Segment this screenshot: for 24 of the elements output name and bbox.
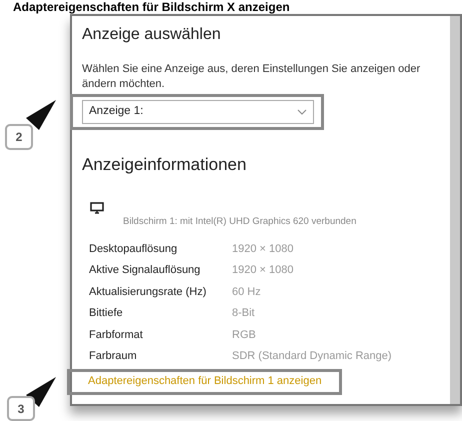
pointer-arrow-icon	[26, 377, 56, 407]
callout-number: 3	[7, 396, 35, 421]
monitor-connection-text: Bildschirm 1: mit Intel(R) UHD Graphics 620 verbunden	[123, 216, 358, 228]
property-label: Bittiefe	[89, 306, 124, 321]
monitor-icon	[90, 202, 104, 214]
property-value: 8-Bit	[232, 306, 255, 321]
property-label: Farbraum	[89, 349, 138, 364]
description-text: Wählen Sie eine Anzeige aus, deren Einstellungen Sie anzeigen oder ändern möchten.	[82, 62, 422, 92]
property-value: 60 Hz	[232, 284, 261, 300]
property-value: SDR (Standard Dynamic Range)	[232, 349, 392, 364]
property-label: Desktopauflösung	[89, 242, 178, 256]
property-value: 1920 × 1080	[232, 263, 294, 278]
section-title: Anzeige auswählen	[82, 25, 222, 45]
chevron-down-icon	[297, 109, 307, 115]
property-value: RGB	[232, 328, 256, 342]
callout-number: 2	[5, 124, 33, 150]
property-value: 1920 × 1080	[232, 242, 294, 256]
section-title: Anzeigeinformationen	[82, 154, 248, 175]
property-label: Aktualisierungsrate (Hz)	[89, 284, 208, 300]
property-label: Aktive Signalauflösung	[89, 263, 202, 278]
pointer-arrow-icon	[26, 100, 56, 130]
property-label: Farbformat	[89, 328, 144, 342]
caption-heading: Adaptereigenschaften für Bildschirm X anzeigen	[12, 0, 291, 14]
display-dropdown[interactable]: Anzeige 1:	[82, 100, 314, 124]
